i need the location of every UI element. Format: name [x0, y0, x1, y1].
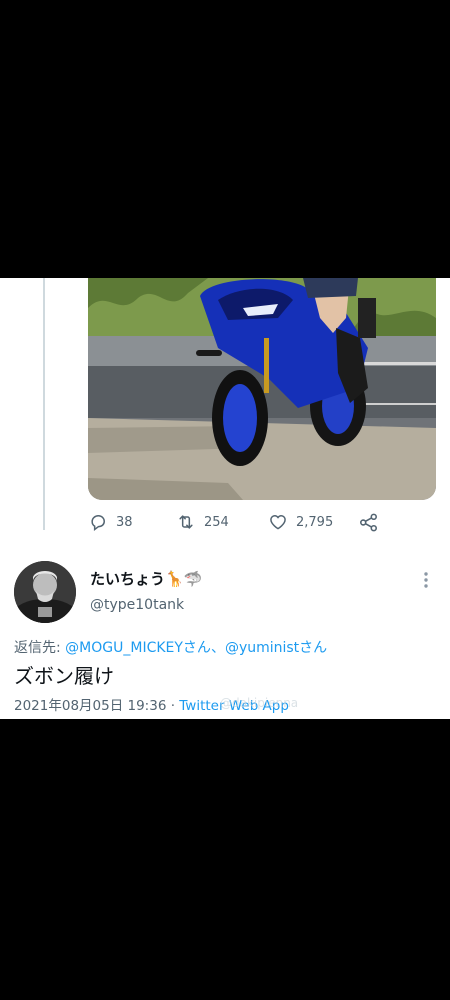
like-count: 2,795	[296, 514, 334, 530]
mention-separator: 、	[210, 640, 225, 656]
more-options-button[interactable]	[420, 570, 432, 590]
replying-to-line: 返信先: @MOGU_MICKEYさん、@yuministさん	[14, 637, 327, 657]
mention-link[interactable]: @MOGU_MICKEYさん	[65, 640, 211, 656]
more-icon	[424, 572, 428, 588]
reply-icon	[91, 514, 106, 532]
watermark-text: @dakipienna	[220, 696, 299, 710]
reply-button[interactable]: 38	[88, 512, 133, 532]
reply-count: 38	[116, 514, 133, 530]
tweet-timestamp[interactable]: 2021年08月05日 19:36	[14, 698, 166, 714]
share-icon	[360, 513, 377, 532]
retweet-button[interactable]: 254	[176, 512, 229, 532]
display-name[interactable]: たいちょう🦒🦈	[90, 568, 202, 589]
mention-link[interactable]: @yuministさん	[225, 640, 327, 656]
tweet-text: ズボン履け	[14, 664, 114, 688]
tweet-media-photo[interactable]	[88, 278, 436, 500]
tweet-thread-panel: 38 254 2,795 たいちょう🦒🦈 @type10tank 返信先: @M…	[0, 278, 450, 719]
like-button[interactable]: 2,795	[268, 512, 333, 532]
tweet-action-bar: 38 254 2,795	[88, 512, 388, 536]
user-handle[interactable]: @type10tank	[90, 597, 184, 613]
thread-connector-line	[43, 278, 45, 530]
share-button[interactable]	[358, 512, 379, 533]
retweet-icon	[179, 515, 193, 529]
like-icon	[270, 515, 286, 530]
retweet-count: 254	[204, 514, 229, 530]
replying-to-label: 返信先:	[14, 640, 66, 656]
meta-separator: ·	[166, 698, 180, 714]
avatar[interactable]	[14, 561, 76, 623]
